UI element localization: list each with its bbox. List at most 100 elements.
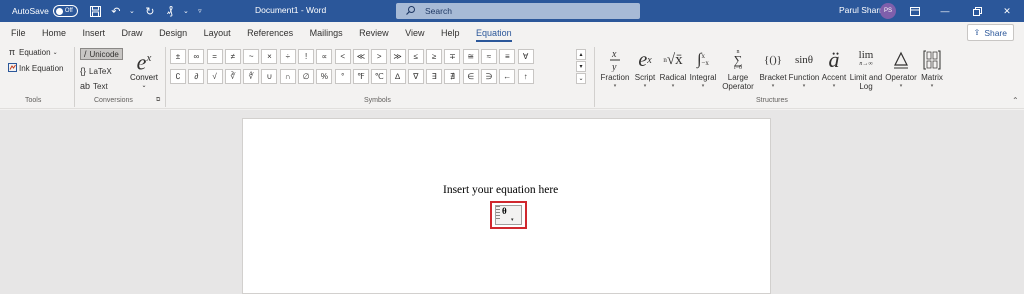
tab-layout[interactable]: Layout <box>204 28 231 38</box>
function-button[interactable]: sinθ Function ▾ <box>788 47 820 90</box>
more-symbols-icon[interactable]: ⌄ <box>576 73 586 84</box>
tab-references[interactable]: References <box>247 28 293 38</box>
symbol-much-less-than[interactable]: ≪ <box>352 49 369 64</box>
close-icon[interactable]: ✕ <box>992 0 1022 22</box>
customize-qat-icon[interactable]: ▿ <box>196 3 204 19</box>
chevron-down-icon: ▾ <box>832 83 836 89</box>
tab-help[interactable]: Help <box>441 28 460 38</box>
symbol-times[interactable]: × <box>261 49 278 64</box>
operator-button[interactable]: Operator ▾ <box>884 47 918 90</box>
format-dropdown-icon[interactable]: ⌄ <box>182 3 190 19</box>
symbol-element-of[interactable]: ∈ <box>462 69 479 84</box>
symbol-partial[interactable]: ∂ <box>188 69 205 84</box>
symbol-greater-equal[interactable]: ≥ <box>426 49 443 64</box>
symbol-divide[interactable]: ÷ <box>279 49 296 64</box>
latex-button[interactable]: {} LaTeX <box>80 65 112 77</box>
symbol-union[interactable]: ∪ <box>261 69 278 84</box>
text-button[interactable]: ab Text <box>80 80 108 92</box>
symbol-fourth-root[interactable]: ∜ <box>243 69 260 84</box>
symbol-empty-set[interactable]: ∅ <box>298 69 315 84</box>
convert-button[interactable]: ex Convert ⌄ <box>128 47 160 90</box>
format-painter-icon[interactable]: ₰ <box>162 3 178 19</box>
tab-file[interactable]: File <box>11 28 26 38</box>
tab-view[interactable]: View <box>405 28 424 38</box>
symbol-less-equal[interactable]: ≤ <box>407 49 424 64</box>
undo-icon[interactable]: ↶ <box>108 3 124 19</box>
undo-dropdown-icon[interactable]: ⌄ <box>128 3 136 19</box>
share-button[interactable]: ⇪ Share <box>966 24 1014 41</box>
symbol-left-arrow[interactable]: ← <box>499 69 516 84</box>
script-button[interactable]: ex Script ▾ <box>632 47 658 90</box>
group-divider <box>594 47 595 107</box>
symbol-infinity[interactable]: ∞ <box>188 49 205 64</box>
symbol-fahrenheit[interactable]: ℉ <box>352 69 369 84</box>
collapse-ribbon-icon[interactable]: ⌃ <box>1012 96 1019 105</box>
svg-text:x: x <box>611 49 617 60</box>
scroll-down-icon[interactable]: ▾ <box>576 61 586 72</box>
matrix-button[interactable]: Matrix ▾ <box>918 47 946 90</box>
symbol-identical[interactable]: ≡ <box>499 49 516 64</box>
symbol-equals[interactable]: = <box>206 49 223 64</box>
symbol-plus-minus[interactable]: ± <box>170 49 186 64</box>
symbol-cube-root[interactable]: ∛ <box>224 69 241 84</box>
tab-insert[interactable]: Insert <box>83 28 106 38</box>
symbol-square-root[interactable]: √ <box>206 69 223 84</box>
bracket-button[interactable]: {()} Bracket ▾ <box>758 47 788 90</box>
ribbon-display-options-icon[interactable] <box>900 0 930 22</box>
unicode-button[interactable]: / Unicode <box>80 48 123 60</box>
toggle-knob <box>55 7 63 15</box>
symbol-contains[interactable]: ∋ <box>481 69 497 84</box>
symbol-factorial[interactable]: ! <box>298 49 315 64</box>
tab-home[interactable]: Home <box>42 28 66 38</box>
symbol-not-exists[interactable]: ∄ <box>444 69 461 84</box>
symbol-minus-plus[interactable]: ∓ <box>444 49 461 64</box>
radical-button[interactable]: n √x̄ Radical ▾ <box>658 47 688 90</box>
integral-label: Integral <box>689 73 717 82</box>
minimize-icon[interactable]: — <box>930 0 960 22</box>
symbol-tilde[interactable]: ~ <box>243 49 260 64</box>
chevron-down-icon: ▾ <box>613 83 617 89</box>
restore-icon[interactable] <box>962 0 992 22</box>
symbol-for-all[interactable]: ∀ <box>517 49 534 64</box>
symbol-approx[interactable]: ≈ <box>481 49 497 64</box>
symbol-increment[interactable]: ∆ <box>389 69 406 84</box>
symbol-nabla[interactable]: ∇ <box>407 69 424 84</box>
symbol-intersection[interactable]: ∩ <box>279 69 296 84</box>
limit-and-log-button[interactable]: lim n→∞ Limit and Log <box>848 47 884 92</box>
slash-icon: / <box>84 49 87 59</box>
symbol-exists[interactable]: ∃ <box>426 69 443 84</box>
ink-equation-button[interactable]: Ink Equation <box>7 63 63 74</box>
large-operator-button[interactable]: n ∑ i=0 Large Operator <box>718 47 758 91</box>
integral-button[interactable]: ∫ x −x Integral ▾ <box>688 47 718 90</box>
autosave-toggle[interactable]: Off <box>52 5 78 17</box>
redo-icon[interactable]: ↻ <box>142 3 158 19</box>
search-box[interactable]: Search <box>396 3 640 19</box>
operator-icon <box>884 47 918 73</box>
symbol-percent[interactable]: % <box>316 69 333 84</box>
tab-review[interactable]: Review <box>359 28 389 38</box>
save-icon[interactable] <box>88 3 104 19</box>
symbol-much-greater-than[interactable]: ≫ <box>389 49 406 64</box>
tab-design[interactable]: Design <box>159 28 187 38</box>
accent-button[interactable]: ä Accent ▾ <box>820 47 848 90</box>
symbol-degree[interactable]: ° <box>334 69 351 84</box>
tab-draw[interactable]: Draw <box>122 28 143 38</box>
tab-equation[interactable]: Equation <box>476 28 512 42</box>
dialog-launcher-icon[interactable]: ⧉ <box>156 97 160 104</box>
unicode-label: Unicode <box>89 49 119 59</box>
symbol-celsius[interactable]: ℃ <box>371 69 388 84</box>
share-label: Share <box>984 27 1007 38</box>
symbol-complement[interactable]: ∁ <box>170 69 186 84</box>
symbol-not-equal[interactable]: ≠ <box>224 49 241 64</box>
symbol-less-than[interactable]: < <box>334 49 351 64</box>
symbol-congruent[interactable]: ≅ <box>462 49 479 64</box>
avatar[interactable]: PS <box>880 3 896 19</box>
tab-mailings[interactable]: Mailings <box>310 28 343 38</box>
fraction-button[interactable]: xy Fraction ▾ <box>598 47 632 90</box>
symbol-up-arrow[interactable]: ↑ <box>517 69 534 84</box>
text-label: Text <box>93 81 108 91</box>
equation-button[interactable]: π Equation ⌄ <box>7 47 58 57</box>
scroll-up-icon[interactable]: ▴ <box>576 49 586 60</box>
symbol-proportional[interactable]: ∝ <box>316 49 333 64</box>
symbol-greater-than[interactable]: > <box>371 49 388 64</box>
